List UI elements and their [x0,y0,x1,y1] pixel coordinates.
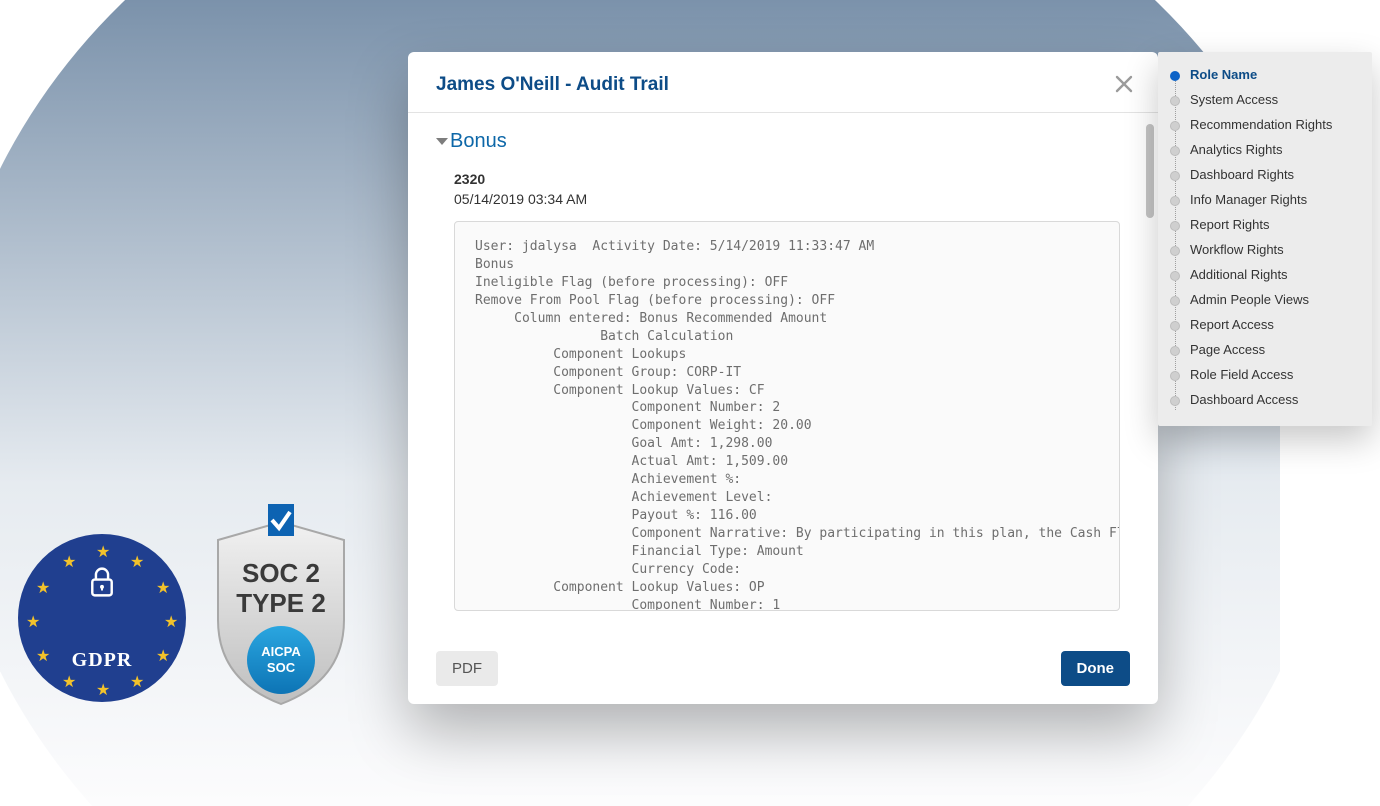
nav-item-role-field-access[interactable]: Role Field Access [1170,362,1360,387]
nav-item-label: Report Access [1190,317,1274,332]
soc2-badge: SOC 2 TYPE 2 AICPA SOC [206,500,356,710]
nav-item-role-name[interactable]: Role Name [1170,62,1360,87]
nav-item-report-access[interactable]: Report Access [1170,312,1360,337]
soc-aicpa1: AICPA [261,644,301,659]
step-dot-icon [1170,321,1180,331]
nav-item-system-access[interactable]: System Access [1170,87,1360,112]
step-dot-icon [1170,171,1180,181]
nav-item-label: Role Field Access [1190,367,1293,382]
step-dot-icon [1170,371,1180,381]
nav-item-label: Workflow Rights [1190,242,1284,257]
step-dot-icon [1170,121,1180,131]
nav-item-label: Additional Rights [1190,267,1288,282]
nav-item-label: Page Access [1190,342,1265,357]
step-dot-icon [1170,346,1180,356]
caret-down-icon [436,138,448,145]
step-dot-icon [1170,221,1180,231]
nav-item-label: Info Manager Rights [1190,192,1307,207]
nav-item-label: Recommendation Rights [1190,117,1332,132]
nav-item-report-rights[interactable]: Report Rights [1170,212,1360,237]
audit-trail-modal: James O'Neill - Audit Trail Bonus 2320 0… [408,52,1158,704]
soc-aicpa2: SOC [267,660,296,675]
modal-body: Bonus 2320 05/14/2019 03:34 AM User: jda… [408,122,1148,634]
close-button[interactable] [1112,74,1136,98]
entry-id: 2320 [454,171,1120,187]
nav-item-dashboard-rights[interactable]: Dashboard Rights [1170,162,1360,187]
entry-timestamp: 05/14/2019 03:34 AM [454,191,1120,207]
nav-item-workflow-rights[interactable]: Workflow Rights [1170,237,1360,262]
step-dot-icon [1170,71,1180,81]
modal-header: James O'Neill - Audit Trail [408,52,1158,113]
done-button[interactable]: Done [1061,651,1131,686]
step-dot-icon [1170,271,1180,281]
nav-item-page-access[interactable]: Page Access [1170,337,1360,362]
audit-log-text: User: jdalysa Activity Date: 5/14/2019 1… [454,221,1120,611]
step-dot-icon [1170,146,1180,156]
nav-item-label: Dashboard Access [1190,392,1298,407]
step-dot-icon [1170,296,1180,306]
step-dot-icon [1170,96,1180,106]
checkmark-shield-icon [268,504,294,536]
nav-item-label: Dashboard Rights [1190,167,1294,182]
nav-item-recommendation-rights[interactable]: Recommendation Rights [1170,112,1360,137]
close-icon [1114,74,1134,94]
nav-item-label: Admin People Views [1190,292,1309,307]
gdpr-stars: ★ ★ ★ ★ ★ ★ ★ ★ ★ ★ ★ ★ [18,534,186,702]
nav-item-analytics-rights[interactable]: Analytics Rights [1170,137,1360,162]
nav-item-label: System Access [1190,92,1278,107]
section-title: Bonus [450,130,507,153]
nav-item-dashboard-access[interactable]: Dashboard Access [1170,387,1360,412]
nav-item-admin-people-views[interactable]: Admin People Views [1170,287,1360,312]
step-dot-icon [1170,196,1180,206]
nav-item-info-manager-rights[interactable]: Info Manager Rights [1170,187,1360,212]
nav-item-label: Analytics Rights [1190,142,1282,157]
nav-item-label: Role Name [1190,67,1257,82]
gdpr-badge: GDPR ★ ★ ★ ★ ★ ★ ★ ★ ★ ★ ★ ★ [18,534,186,702]
nav-item-additional-rights[interactable]: Additional Rights [1170,262,1360,287]
step-dot-icon [1170,246,1180,256]
pdf-button[interactable]: PDF [436,651,498,686]
section-bonus-toggle[interactable]: Bonus [436,130,1120,153]
modal-footer: PDF Done [408,635,1158,704]
soc-line1: SOC 2 [242,558,320,588]
modal-title: James O'Neill - Audit Trail [436,74,669,95]
soc-line2: TYPE 2 [236,588,326,618]
role-wizard-nav: Role Name System Access Recommendation Rig… [1158,52,1372,426]
step-dot-icon [1170,396,1180,406]
nav-item-label: Report Rights [1190,217,1269,232]
